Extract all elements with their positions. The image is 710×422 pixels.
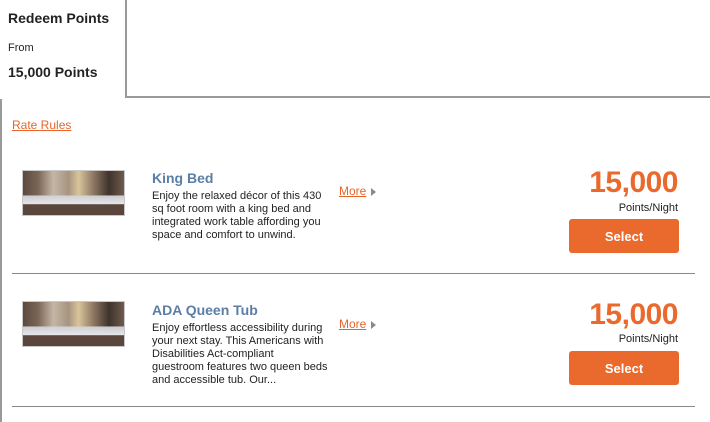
points-price: 15,000 [589,166,678,199]
row-divider [12,273,695,274]
rate-rules-link[interactable]: Rate Rules [12,118,71,132]
room-thumbnail[interactable] [22,301,125,347]
caret-right-icon[interactable] [371,188,376,196]
room-thumbnail[interactable] [22,170,125,216]
room-row: ADA Queen Tub Enjoy effortless accessibi… [0,282,710,412]
room-name[interactable]: King Bed [152,170,213,186]
caret-right-icon[interactable] [371,321,376,329]
row-divider [12,406,695,407]
tab-title: Redeem Points [8,10,110,26]
tab-join [0,95,125,99]
points-price: 15,000 [589,298,678,331]
tab-points-value: 15,000 Points [8,64,98,80]
room-description: Enjoy the relaxed décor of this 430 sq f… [152,190,322,241]
select-button[interactable]: Select [569,351,679,385]
more-link[interactable]: More [339,184,366,198]
room-row: King Bed Enjoy the relaxed décor of this… [0,150,710,280]
tab-from-label: From [8,42,34,54]
select-button[interactable]: Select [569,219,679,253]
redeem-points-tab[interactable]: Redeem Points From 15,000 Points [0,0,127,98]
room-name[interactable]: ADA Queen Tub [152,302,258,318]
points-per-night-label: Points/Night [618,202,678,214]
more-link[interactable]: More [339,317,366,331]
room-description: Enjoy effortless accessibility during yo… [152,322,328,386]
points-per-night-label: Points/Night [618,333,678,345]
